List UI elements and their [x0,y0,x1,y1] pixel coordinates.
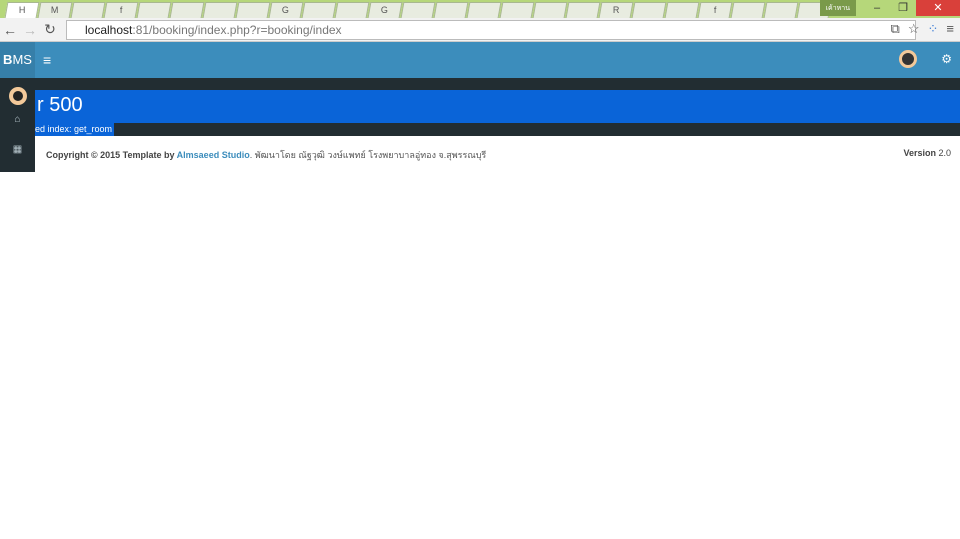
browser-tab[interactable] [433,2,469,18]
minimize-button[interactable]: – [864,0,890,16]
browser-toolbar: ← → ↻ localhost:81/booking/index.php?r=b… [0,18,960,42]
version-value: 2.0 [938,148,951,158]
browser-tab[interactable] [202,2,238,18]
browser-tab[interactable] [136,2,172,18]
browser-tab[interactable] [334,2,370,18]
settings-gears-icon[interactable]: ⚙ [941,52,952,66]
browser-tab[interactable] [763,2,799,18]
browser-tab[interactable]: R [598,2,634,18]
studio-link[interactable]: Almsaeed Studio [177,150,250,160]
browser-tab-strip: H Mf G G Rf [0,0,960,18]
home-icon[interactable]: ⌂ [0,105,35,135]
browser-tab[interactable] [565,2,601,18]
error-message: ed index: get_room [35,123,115,136]
browser-tab[interactable] [169,2,205,18]
logo-rest: MS [12,52,32,67]
browser-tab[interactable] [532,2,568,18]
browser-tab[interactable] [235,2,271,18]
developer-credit: . พัฒนาโดย ณัฐวุฒิ วงษ์แพทย์ โรงพยาบาลอู… [249,150,487,160]
menu-icon[interactable]: ≡ [946,21,954,37]
window-controls: เค้าหาน – ❐ ✕ [819,0,960,16]
browser-tab[interactable]: M [37,2,73,18]
user-avatar[interactable] [899,50,918,68]
browser-tab[interactable] [70,2,106,18]
browser-tab[interactable] [631,2,667,18]
browser-tab-label: M [51,5,59,15]
browser-tab[interactable]: f [103,2,139,18]
browser-tab[interactable] [466,2,502,18]
footer: Copyright © 2015 Template by Almsaeed St… [46,148,951,162]
sidebar-avatar [8,87,27,105]
browser-tab-label: R [612,5,620,15]
forward-icon[interactable]: → [20,22,40,38]
logo[interactable]: BMS [0,42,35,78]
browser-tab[interactable]: G [367,2,403,18]
sidebar-toggle-icon[interactable]: ≡ [43,52,51,68]
browser-tab-label: f [119,5,123,15]
url-host: localhost [85,23,133,37]
browser-tab[interactable] [301,2,337,18]
browser-tab[interactable] [664,2,700,18]
browser-tab[interactable]: G [268,2,304,18]
close-button[interactable]: ✕ [916,0,960,16]
copyright-text: Copyright © 2015 Template by [46,150,177,160]
browser-tab[interactable] [730,2,766,18]
calendar-icon[interactable]: ▦ [0,135,35,165]
star-icon[interactable]: ☆ [908,21,920,37]
sidebar: ⌂ ▦ [0,78,35,172]
extension-icon[interactable]: ⁘ [928,21,939,37]
error-title: r 500 [35,90,960,123]
translate-icon[interactable]: ⧉ [891,21,900,37]
browser-tab-label: G [381,5,389,15]
browser-tab-label: H [18,5,26,15]
app-header: BMS ≡ ⚙ [0,42,960,78]
browser-tab-label: f [713,5,717,15]
reload-icon[interactable]: ↻ [40,21,60,38]
address-bar[interactable]: localhost:81/booking/index.php?r=booking… [66,20,916,40]
browser-tab[interactable] [499,2,535,18]
url-path: :81/booking/index.php?r=booking/index [132,23,342,37]
browser-tab[interactable]: H [4,2,40,18]
back-icon[interactable]: ← [0,22,20,38]
browser-tab[interactable] [400,2,436,18]
version-label: Version [903,148,936,158]
profile-chip[interactable]: เค้าหาน [819,0,856,16]
restore-button[interactable]: ❐ [890,0,916,16]
browser-tab[interactable]: f [697,2,733,18]
browser-tab-label: G [282,5,290,15]
